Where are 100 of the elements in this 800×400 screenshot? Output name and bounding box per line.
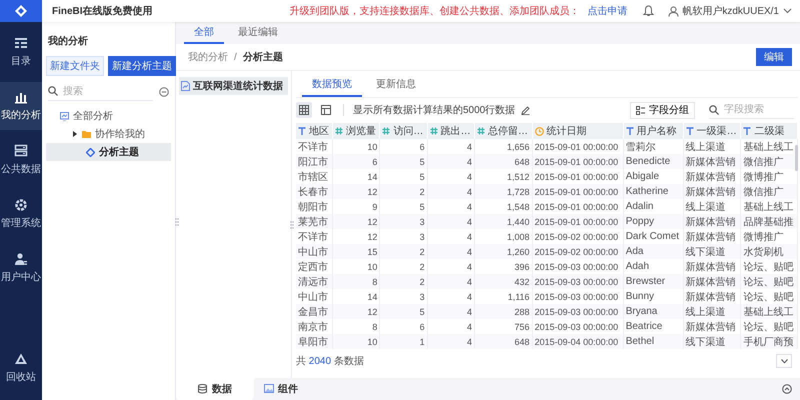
caret-icon[interactable]: [72, 131, 78, 137]
table-cell: 432: [474, 274, 532, 289]
dataset-item[interactable]: 互联网渠道统计数据: [179, 77, 288, 95]
table-cell: 阳江市: [296, 154, 333, 169]
table-cell: 648: [474, 154, 532, 169]
table-cell: 4: [427, 244, 474, 259]
chart-file-icon: [181, 81, 190, 91]
table-cell: Benedicte: [623, 154, 684, 169]
table-cell: 长春市: [296, 184, 333, 199]
column-header[interactable]: 总停留…: [488, 124, 528, 138]
breadcrumb-link[interactable]: 我的分析: [188, 50, 228, 64]
nav-item[interactable]: 管理系统: [0, 190, 42, 238]
image-icon: [264, 384, 274, 394]
table-cell: 12: [332, 214, 380, 229]
layout-view-icon: [321, 105, 331, 115]
table-cell: 水货刷机: [740, 244, 798, 259]
table-cell: 4: [427, 274, 474, 289]
table-cell: 2015-09-03 00:00:00: [532, 304, 624, 319]
table-cell: 1,728: [474, 184, 532, 199]
table-cell: 2015-09-04 00:00:00: [532, 334, 624, 349]
table-cell: 4: [427, 214, 474, 229]
diamond-icon: [86, 148, 95, 156]
bottom-tab[interactable]: 组件: [254, 378, 308, 400]
nav-item[interactable]: 用户中心: [0, 244, 42, 292]
table-cell: 15: [332, 244, 380, 259]
user-icon: [668, 6, 680, 16]
nav-item[interactable]: 公共数据: [0, 136, 42, 184]
table-cell: 线上渠道: [683, 304, 741, 319]
table-cell: Ada: [623, 244, 684, 259]
table-cell: Brewster: [623, 274, 684, 289]
nav-item[interactable]: 目录: [0, 28, 42, 76]
collapse-up-icon[interactable]: [782, 384, 792, 394]
tab[interactable]: 数据预览: [302, 73, 362, 97]
tree-item[interactable]: 协作给我的: [46, 125, 171, 143]
column-header[interactable]: 一级渠…: [696, 124, 737, 138]
chart-board-icon: [60, 112, 69, 120]
tree-item[interactable]: 分析主题: [46, 143, 171, 161]
column-header[interactable]: 访问…: [393, 124, 424, 138]
apply-link[interactable]: 点击申请: [587, 4, 628, 18]
table-cell: 莱芜市: [296, 214, 333, 229]
table-cell: 1: [380, 334, 428, 349]
edit-button[interactable]: 编辑: [756, 48, 792, 66]
tab[interactable]: 最近编辑: [228, 22, 288, 44]
table-cell: 基础上线工: [740, 304, 798, 319]
table-cell: 1,260: [474, 244, 532, 259]
hash-icon: [382, 127, 390, 135]
table-cell: 8: [332, 274, 380, 289]
user-name[interactable]: 帆软用户kzdkUUEX/1: [682, 4, 779, 18]
table-cell: 4: [427, 334, 474, 349]
table-cell: 4: [427, 304, 474, 319]
view-toggle[interactable]: [318, 102, 334, 118]
column-header[interactable]: 二级渠: [754, 124, 784, 138]
column-header[interactable]: 地区: [309, 124, 329, 138]
hash-icon: [476, 127, 485, 135]
table-cell: 论坛、贴吧: [740, 274, 798, 289]
field-group-button[interactable]: 字段分组: [630, 102, 695, 118]
user-icon: [14, 252, 28, 266]
column-header[interactable]: 用户名称: [636, 124, 677, 138]
logo-icon: [14, 4, 28, 18]
collapse-all-icon[interactable]: [159, 86, 169, 96]
table-cell: 4: [427, 154, 474, 169]
column-header[interactable]: 跳出…: [440, 124, 471, 138]
nav-item[interactable]: 我的分析: [0, 82, 42, 130]
search-field[interactable]: 搜索: [63, 86, 153, 96]
table-cell: 4: [427, 184, 474, 199]
pencil-icon[interactable]: [521, 106, 530, 114]
table-cell: Poppy: [623, 214, 684, 229]
table-cell: 288: [474, 304, 532, 319]
table-cell: 2015-09-02 00:00:00: [532, 244, 624, 259]
scrollbar-thumb[interactable]: [795, 145, 798, 171]
tree-item[interactable]: 全部分析: [46, 107, 171, 125]
chevron-down-icon[interactable]: [783, 8, 792, 14]
view-toggle[interactable]: [296, 102, 312, 118]
folder-icon: [82, 130, 91, 138]
panel-title: 我的分析: [48, 34, 88, 48]
tab[interactable]: 更新信息: [366, 73, 426, 97]
table-cell: 6: [332, 154, 380, 169]
hash-icon: [335, 127, 344, 135]
table-cell: 2015-09-01 00:00:00: [532, 154, 624, 169]
chevron-down-icon: [780, 358, 788, 364]
table-cell: 5: [380, 304, 428, 319]
bottom-tab[interactable]: 数据: [176, 378, 254, 400]
text-type-icon: [743, 127, 752, 135]
new-subject-button[interactable]: 新建分析主题: [108, 56, 176, 76]
breadcrumb-separator: /: [234, 52, 237, 62]
chart-icon: [14, 90, 28, 104]
nav-item[interactable]: 回收站: [0, 344, 42, 392]
table-cell: 2015-09-01 00:00:00: [532, 184, 624, 199]
table-cell: 金昌市: [296, 304, 333, 319]
table-cell: 品牌基础推: [740, 214, 798, 229]
column-header[interactable]: 浏览量: [346, 124, 376, 138]
table-cell: 1,440: [474, 214, 532, 229]
column-header[interactable]: 统计日期: [546, 124, 587, 138]
group-icon: [636, 106, 645, 114]
text-type-icon: [298, 127, 306, 135]
drag-handle-icon[interactable]: [290, 221, 294, 229]
table-cell: 阜阳市: [296, 334, 333, 349]
new-folder-button[interactable]: 新建文件夹: [46, 56, 104, 76]
bell-icon[interactable]: [643, 5, 654, 17]
page-size-dropdown[interactable]: [776, 354, 792, 368]
